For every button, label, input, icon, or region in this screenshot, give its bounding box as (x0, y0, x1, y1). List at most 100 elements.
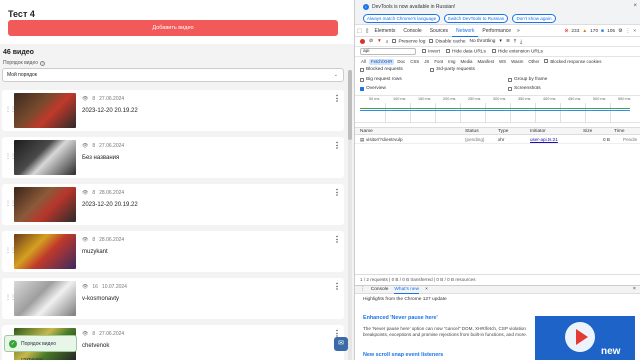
network-overview-timeline[interactable]: 50 ms 100 ms 150 ms 200 ms 250 ms 300 ms… (355, 95, 640, 123)
close-drawer-icon[interactable]: × (633, 285, 636, 294)
clear-icon[interactable]: ⊘ (369, 39, 373, 44)
type-fetch-xhr[interactable]: Fetch/XHR (368, 58, 395, 65)
preserve-log-checkbox[interactable]: Preserve log (392, 38, 425, 44)
add-video-button[interactable]: Добавить видео (8, 20, 338, 36)
help-icon[interactable]: ? (40, 60, 46, 66)
type-img[interactable]: Img (446, 59, 457, 65)
video-card[interactable]: ⋮⋮ 👁 16 10.07.2024 v-kosmonavty ⋮ (2, 278, 344, 319)
tab-network[interactable]: Network (452, 26, 479, 37)
tick-label: 400 ms (543, 97, 556, 101)
tick-label: 300 ms (493, 97, 506, 101)
device-toggle-icon[interactable]: ▯ (364, 28, 371, 34)
tab-whats-new[interactable]: What's new (394, 285, 420, 294)
type-media[interactable]: Media (458, 59, 474, 65)
request-initiator-link[interactable]: user-api.ts:21 (530, 137, 558, 142)
type-other[interactable]: Other (526, 59, 541, 65)
inspect-icon[interactable]: ⬚ (355, 28, 364, 34)
eye-icon: 👁 (82, 143, 89, 149)
filter-icon[interactable]: ▼ (377, 39, 382, 44)
grid-line (535, 103, 536, 123)
video-card[interactable]: ⋮⋮ 👁 8 28.06.2024 muzykant ⋮ (2, 231, 344, 272)
type-css[interactable]: CSS (408, 59, 421, 65)
infobar-message: i DevTools is now available in Russian! (363, 4, 455, 10)
close-devtools-icon[interactable]: × (633, 29, 636, 34)
whats-new-highlights: Highlights from the Chrome 127 update (363, 297, 447, 302)
video-card[interactable]: ⋮⋮ 👁 8 28.06.2024 2023-12-20 20.19.22 ⋮ (2, 184, 344, 225)
info-count-icon: ■ (601, 29, 605, 34)
dont-show-again-button[interactable]: Don't show again (512, 14, 556, 23)
drawer-menu-icon[interactable]: ⋮ (360, 287, 365, 292)
col-status[interactable]: Status (465, 129, 479, 134)
hide-data-urls-checkbox[interactable]: Hide data URLs (446, 48, 486, 54)
scrollbar-thumb[interactable] (348, 70, 352, 140)
chat-button[interactable]: ✉ (334, 337, 348, 351)
screenshots-checkbox[interactable]: Screenshots (508, 86, 541, 91)
type-font[interactable]: Font (432, 59, 445, 65)
third-party-checkbox[interactable]: 3rd-party requests (430, 67, 475, 72)
throttling-select[interactable]: No throttling (470, 39, 496, 44)
video-thumbnail[interactable] (14, 281, 76, 316)
record-icon[interactable] (360, 39, 365, 44)
search-icon[interactable]: ⌕ (386, 39, 389, 45)
video-card[interactable]: ⋮⋮ 👁 8 27.06.2024 2023-12-20 20.19.22 ⋮ (2, 90, 344, 131)
type-js[interactable]: JS (422, 59, 431, 65)
invert-checkbox[interactable]: Invert (422, 48, 440, 54)
more-menu-icon[interactable]: ⋮ (333, 142, 341, 150)
tab-console-drawer[interactable]: Console (371, 287, 389, 292)
grid-line (435, 103, 436, 123)
video-thumbnail[interactable] (14, 234, 76, 269)
type-doc[interactable]: Doc (395, 59, 407, 65)
group-by-frame-checkbox[interactable]: Group by frame (508, 77, 547, 82)
always-match-language-button[interactable]: Always match Chrome's language (363, 14, 440, 23)
more-menu-icon[interactable]: ⋮ (333, 236, 341, 244)
tab-elements[interactable]: Elements (371, 26, 400, 37)
tab-console[interactable]: Console (399, 26, 425, 37)
switch-to-russian-button[interactable]: Switch DevTools to Russian (444, 14, 508, 23)
filter-input[interactable]: api (360, 48, 416, 55)
whats-new-video-thumbnail[interactable]: new (535, 316, 635, 360)
blocked-cookies-checkbox[interactable]: Blocked response cookies (542, 59, 603, 65)
tab-sources[interactable]: Sources (426, 26, 452, 37)
whats-new-heading-2[interactable]: New scroll snap event listeners (363, 352, 443, 358)
upload-icon[interactable]: ⤒ (514, 39, 516, 45)
disable-cache-checkbox[interactable]: Disable cache (429, 38, 466, 44)
kebab-icon[interactable]: ⋮ (625, 29, 630, 34)
gear-icon[interactable]: ⚙ (618, 29, 622, 34)
tab-performance[interactable]: Performance (478, 26, 515, 37)
download-icon[interactable]: ⤓ (520, 39, 522, 45)
more-menu-icon[interactable]: ⋮ (333, 95, 341, 103)
blocked-requests-checkbox[interactable]: Blocked requests (360, 67, 430, 72)
eye-icon: 👁 (82, 96, 89, 102)
video-thumbnail[interactable] (14, 187, 76, 222)
col-initiator[interactable]: Initiator (530, 129, 546, 134)
close-icon[interactable]: × (633, 3, 637, 9)
col-size[interactable]: Size (583, 129, 592, 134)
more-menu-icon[interactable]: ⋮ (333, 283, 341, 291)
big-rows-checkbox[interactable]: Big request rows (360, 77, 508, 82)
tick-label: 200 ms (443, 97, 456, 101)
options-row-1: Blocked requests 3rd-party requests (360, 67, 475, 72)
whats-new-heading[interactable]: Enhanced 'Never pause here' (363, 315, 438, 321)
issue-counts[interactable]: ⊗ 233 ▲ 170 ■ 105 ⚙ ⋮ × (564, 26, 636, 37)
type-wasm[interactable]: Wasm (509, 59, 525, 65)
type-manifest[interactable]: Manifest (475, 59, 496, 65)
wifi-icon[interactable]: ≋ (506, 39, 510, 44)
video-thumbnail[interactable] (14, 140, 76, 175)
more-menu-icon[interactable]: ⋮ (333, 189, 341, 197)
type-ws[interactable]: WS (497, 59, 508, 65)
col-time[interactable]: Time (614, 129, 624, 134)
table-row[interactable]: ▤ visitor/?clientrvulp (pending) xhr use… (355, 135, 640, 144)
col-type[interactable]: Type (498, 129, 508, 134)
overview-checkbox[interactable]: Overview (360, 86, 508, 91)
col-name[interactable]: Name (360, 129, 373, 134)
more-tabs-icon[interactable]: » (515, 28, 522, 34)
type-all[interactable]: All (359, 59, 368, 65)
network-status-bar: 1 / 2 requests | 0 B / 0 B transferred |… (355, 274, 640, 283)
close-tab-icon[interactable]: × (425, 287, 428, 292)
video-title: 2023-12-20 20.19.22 (82, 108, 138, 114)
video-thumbnail[interactable] (14, 93, 76, 128)
video-card[interactable]: ⋮⋮ 👁 8 27.06.2024 Без названия ⋮ (2, 137, 344, 178)
video-meta: 👁 8 28.06.2024 (82, 237, 125, 243)
hide-extension-urls-checkbox[interactable]: Hide extension URLs (491, 48, 543, 54)
order-select[interactable]: Мой порядок ⌄ (2, 68, 344, 82)
